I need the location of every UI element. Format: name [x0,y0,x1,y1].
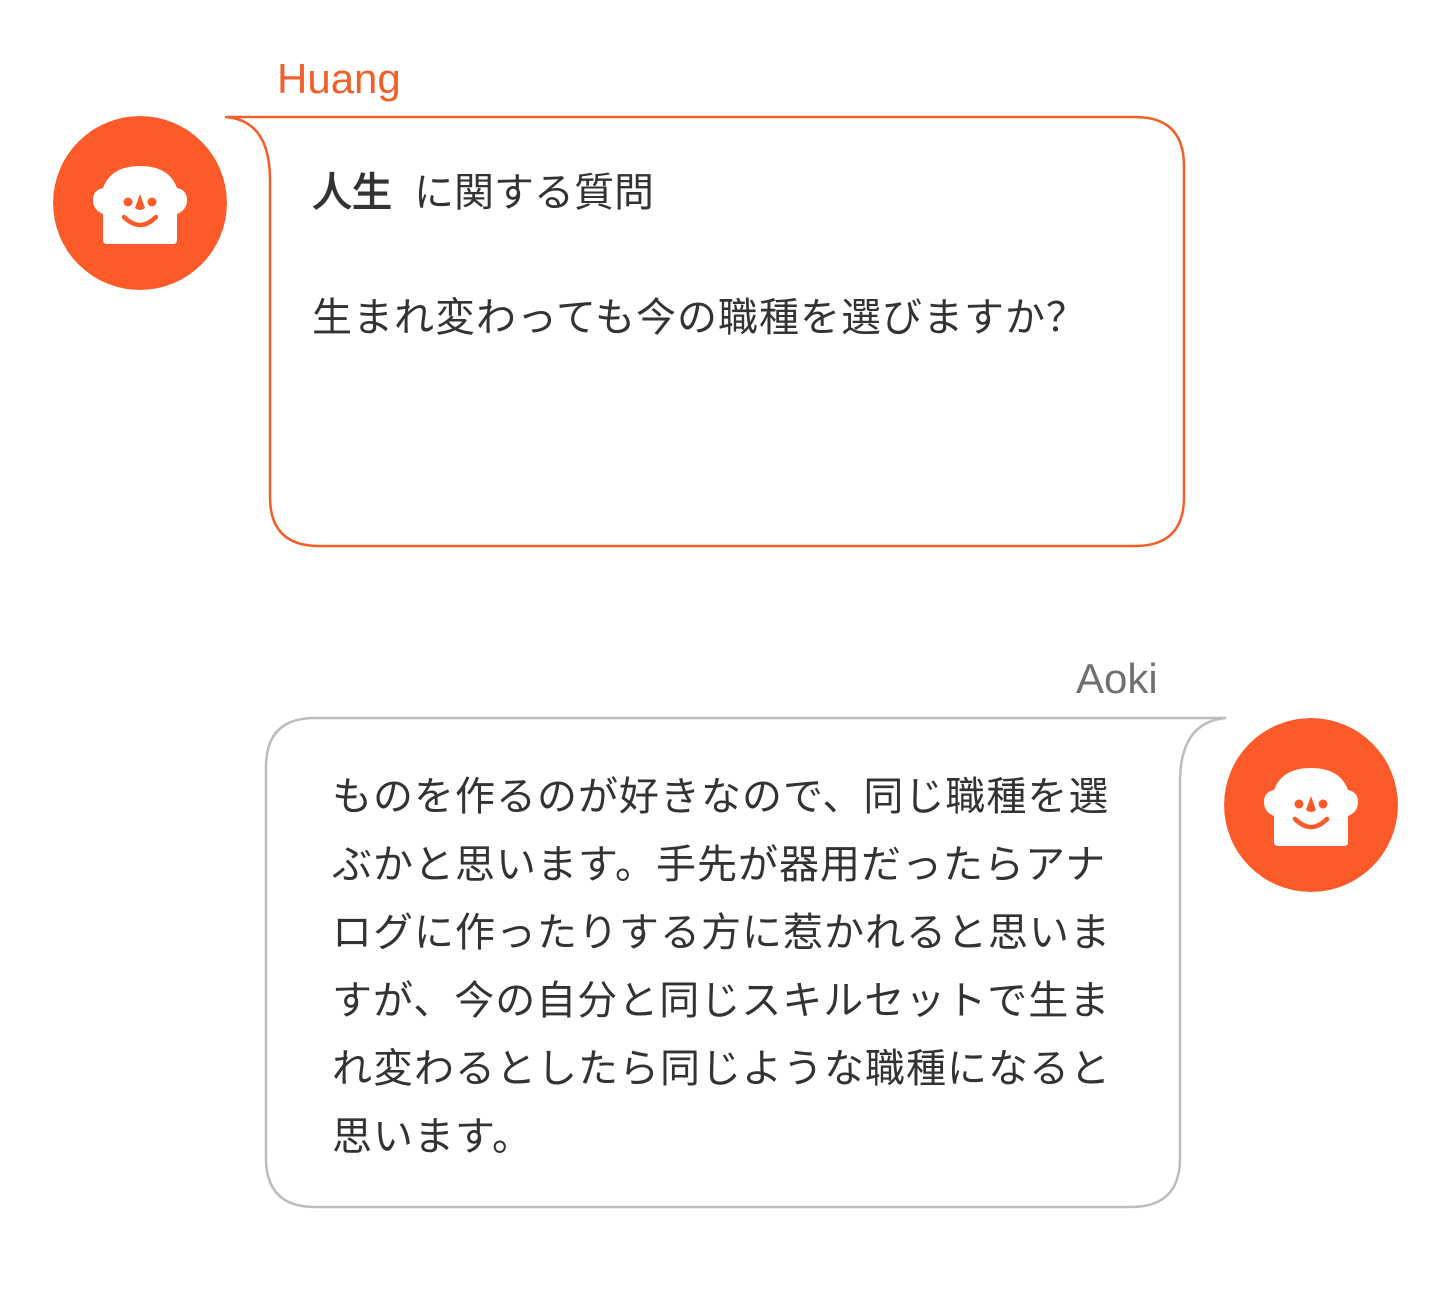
smiley-face-icon [53,116,227,290]
sender-name-aoki: Aoki [1076,655,1158,702]
question-heading: 人生 に関する質問 [312,166,654,220]
sender-name-huang: Huang [277,55,401,102]
avatar-aoki[interactable] [1224,718,1398,892]
question-topic: 人生 [312,170,392,216]
answer-body: ものを作るのが好きなので、同じ職種を選ぶかと思います。手先が器用だったらアナログ… [332,774,1111,1160]
avatar-huang[interactable] [53,116,227,290]
question-heading-suffix: に関する質問 [414,170,654,216]
question-body: 生まれ変わっても今の職種を選びますか？ [312,295,1087,341]
smiley-face-icon [1224,718,1398,892]
